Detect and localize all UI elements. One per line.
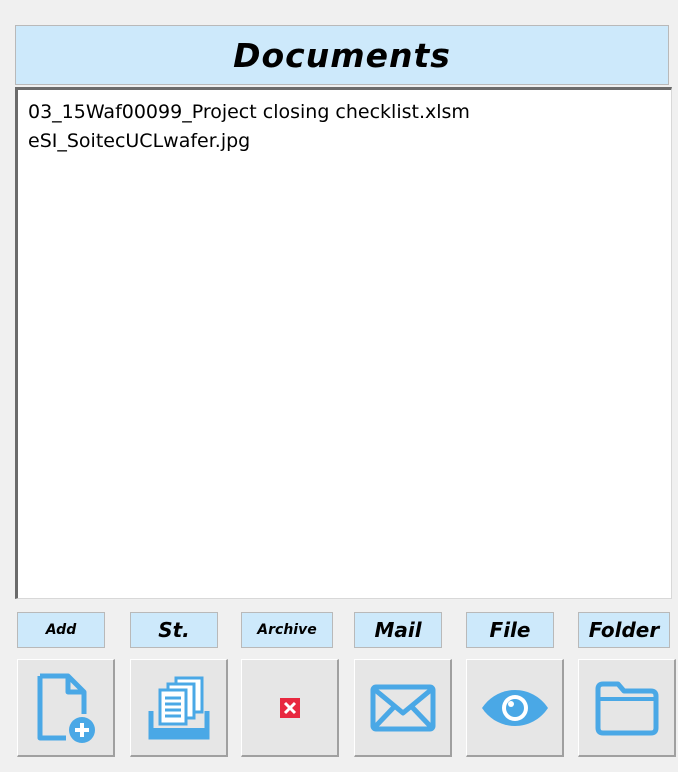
file-button[interactable] — [466, 659, 564, 757]
eye-icon — [480, 688, 550, 728]
folder-button[interactable] — [578, 659, 676, 757]
envelope-icon — [370, 684, 436, 732]
folder-label: Folder — [578, 612, 670, 648]
add-label: Add — [17, 612, 105, 648]
mail-button[interactable] — [354, 659, 452, 757]
file-label: File — [466, 612, 554, 648]
add-button[interactable] — [17, 659, 115, 757]
folder-icon — [594, 679, 660, 737]
delete-x-icon — [278, 696, 302, 720]
add-file-icon — [34, 672, 98, 744]
archive-label: Archive — [241, 612, 333, 648]
st-button[interactable] — [130, 659, 228, 757]
copy-stack-icon — [146, 675, 212, 741]
documents-listbox[interactable]: 03_15Waf00099_Project closing checklist.… — [15, 87, 672, 599]
archive-button[interactable] — [241, 659, 339, 757]
page-title: Documents — [233, 35, 451, 75]
list-item[interactable]: 03_15Waf00099_Project closing checklist.… — [28, 98, 671, 127]
mail-label: Mail — [354, 612, 442, 648]
list-item[interactable]: eSI_SoitecUCLwafer.jpg — [28, 127, 671, 156]
documents-header: Documents — [15, 25, 669, 85]
st-label: St. — [130, 612, 218, 648]
